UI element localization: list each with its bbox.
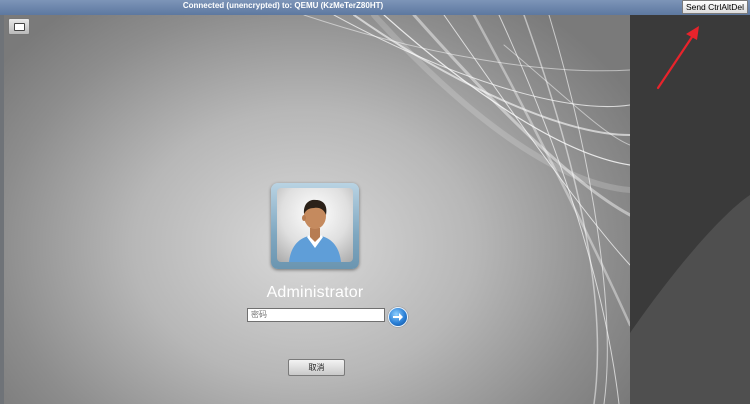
- red-arrow-icon: [656, 26, 699, 90]
- vnc-title-bar: Connected (unencrypted) to: QEMU (KzMeTe…: [0, 0, 750, 16]
- submit-login-button[interactable]: [388, 307, 408, 327]
- cancel-button[interactable]: 取消: [288, 359, 345, 376]
- username-label: Administrator: [266, 284, 364, 301]
- remote-desktop-screen[interactable]: Administrator 取消: [4, 15, 630, 404]
- password-input[interactable]: [247, 308, 385, 322]
- connection-status-text: Connected (unencrypted) to: QEMU (KzMeTe…: [182, 1, 384, 10]
- arrow-right-icon: [393, 313, 403, 321]
- send-ctrl-alt-del-button[interactable]: Send CtrlAltDel: [682, 0, 748, 14]
- user-avatar: [271, 183, 359, 269]
- keyboard-icon[interactable]: [8, 18, 30, 35]
- user-avatar-icon: [277, 188, 353, 262]
